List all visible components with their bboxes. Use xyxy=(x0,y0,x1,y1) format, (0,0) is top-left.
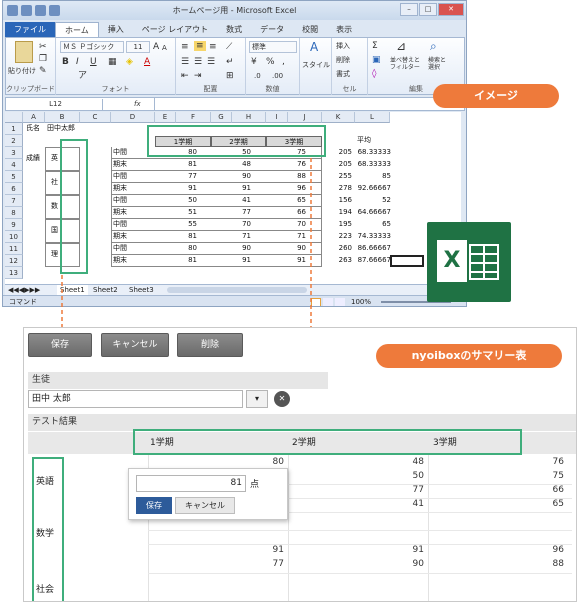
score-edit-popup: 81 点 保存 キャンセル xyxy=(128,468,288,520)
row-divider xyxy=(148,544,572,545)
score-value[interactable]: 50 xyxy=(288,471,424,482)
score-value[interactable]: 41 xyxy=(288,499,424,510)
score-value[interactable]: 75 xyxy=(428,471,564,482)
nyoibox-panel: 保存 キャンセル 削除 生徒 田中 太郎 ▾ ✕ テスト結果 1学期 2学期 3… xyxy=(23,327,577,602)
row-divider xyxy=(148,573,572,574)
score-value[interactable]: 96 xyxy=(428,545,564,556)
subject-english: 英語 xyxy=(36,477,55,487)
score-value[interactable]: 65 xyxy=(428,499,564,510)
score-value[interactable]: 76 xyxy=(428,457,564,468)
delete-button[interactable]: 削除 xyxy=(177,333,243,357)
score-value[interactable]: 91 xyxy=(288,545,424,556)
save-button[interactable]: 保存 xyxy=(28,333,92,357)
subject-social: 社会 xyxy=(36,585,55,595)
score-value[interactable]: 66 xyxy=(428,485,564,496)
score-value[interactable]: 88 xyxy=(428,559,564,570)
score-value[interactable]: 48 xyxy=(288,457,424,468)
web-term-highlight-box xyxy=(133,429,522,455)
row-divider xyxy=(148,530,572,531)
dropdown-chevron-icon[interactable]: ▾ xyxy=(246,390,268,408)
score-value[interactable]: 77 xyxy=(148,559,284,570)
clear-student-icon[interactable]: ✕ xyxy=(274,391,290,407)
cancel-button[interactable]: キャンセル xyxy=(101,333,169,357)
popup-save-button[interactable]: 保存 xyxy=(136,497,172,514)
score-unit: 点 xyxy=(250,480,260,490)
student-section-label: 生徒 xyxy=(28,372,328,389)
score-input[interactable]: 81 xyxy=(136,475,246,492)
score-value[interactable]: 80 xyxy=(148,457,284,468)
student-input[interactable]: 田中 太郎 xyxy=(28,390,243,408)
summary-label: nyoiboxのサマリー表 xyxy=(376,344,562,368)
score-value[interactable]: 77 xyxy=(288,485,424,496)
score-value[interactable]: 90 xyxy=(288,559,424,570)
score-value[interactable]: 91 xyxy=(148,545,284,556)
subject-math: 数学 xyxy=(36,529,55,539)
popup-cancel-button[interactable]: キャンセル xyxy=(175,497,235,514)
